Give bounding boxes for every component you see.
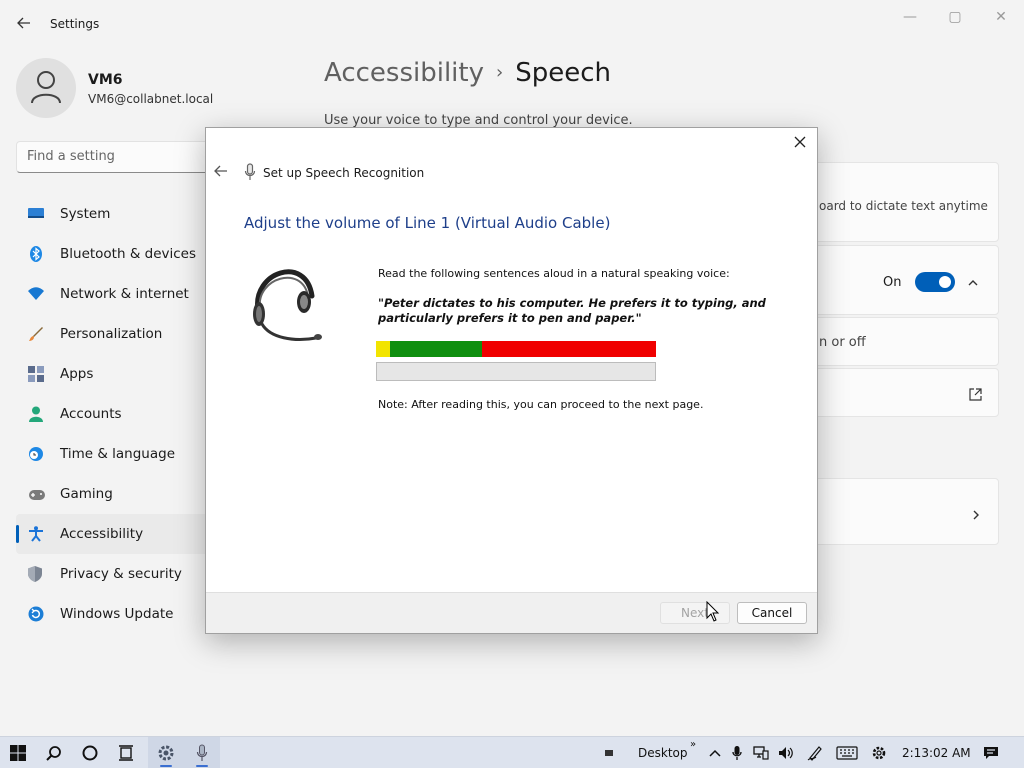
cortana-icon[interactable] bbox=[72, 737, 108, 768]
sidebar-item-gaming[interactable]: Gaming bbox=[16, 474, 216, 514]
avatar bbox=[16, 58, 76, 118]
volume-meter-scale bbox=[376, 341, 656, 357]
dialog-footer: Next Cancel bbox=[206, 592, 817, 633]
sidebar-item-apps[interactable]: Apps bbox=[16, 354, 216, 394]
chevron-up-icon[interactable] bbox=[967, 274, 979, 293]
headset-icon bbox=[246, 252, 326, 352]
page-title: Speech bbox=[515, 58, 611, 88]
gear-icon[interactable] bbox=[868, 737, 890, 768]
sidebar-item-label: System bbox=[60, 206, 111, 222]
dialog-back-arrow-icon[interactable] bbox=[212, 163, 230, 181]
sidebar-item-system[interactable]: System bbox=[16, 194, 216, 234]
clock-globe-icon bbox=[28, 446, 44, 462]
clock[interactable]: 2:13:02 AM bbox=[902, 746, 971, 760]
volume-icon[interactable] bbox=[775, 737, 797, 768]
chevron-up-icon[interactable] bbox=[704, 737, 726, 768]
window-title: Settings bbox=[50, 17, 100, 31]
sidebar-item-label: Gaming bbox=[60, 486, 113, 502]
close-window-button[interactable]: ✕ bbox=[985, 8, 1017, 28]
microphone-icon bbox=[244, 163, 258, 181]
sidebar-item-label: Personalization bbox=[60, 326, 163, 342]
user-name: VM6 bbox=[88, 72, 123, 88]
search-icon[interactable] bbox=[36, 737, 72, 768]
taskbar: Desktop » 2:13:02 AM bbox=[0, 736, 1024, 768]
sidebar-item-label: Accessibility bbox=[60, 526, 144, 542]
sidebar-item-accessibility[interactable]: Accessibility bbox=[16, 514, 216, 554]
voice-access-toggle[interactable] bbox=[915, 272, 955, 292]
minimize-button[interactable]: — bbox=[894, 8, 926, 28]
sidebar-item-time-language[interactable]: Time & language bbox=[16, 434, 216, 474]
voice-typing-desc: oard to dictate text anytime bbox=[819, 199, 988, 213]
system-icon bbox=[28, 206, 44, 222]
touch-keyboard-icon[interactable] bbox=[834, 737, 860, 768]
apps-icon bbox=[28, 366, 44, 382]
breadcrumb: Accessibility › Speech bbox=[324, 58, 611, 88]
notification-icon[interactable] bbox=[980, 737, 1002, 768]
shortcut-desc: n or off bbox=[819, 335, 866, 350]
cancel-button[interactable]: Cancel bbox=[737, 602, 807, 624]
meter-zone-loud bbox=[482, 341, 656, 357]
sidebar-item-accounts[interactable]: Accounts bbox=[16, 394, 216, 434]
chevron-right-icon[interactable] bbox=[971, 506, 981, 525]
sidebar-item-label: Bluetooth & devices bbox=[60, 246, 197, 262]
sidebar-item-label: Apps bbox=[60, 366, 94, 382]
page-subtitle: Use your voice to type and control your … bbox=[324, 113, 633, 128]
settings-app-icon[interactable] bbox=[148, 737, 184, 768]
chevron-right-icon: › bbox=[496, 62, 504, 83]
sample-sentence: "Peter dictates to his computer. He pref… bbox=[378, 296, 766, 325]
search-input[interactable]: Find a setting bbox=[16, 141, 216, 173]
sidebar-item-network-internet[interactable]: Network & internet bbox=[16, 274, 216, 314]
gamepad-icon bbox=[28, 486, 45, 502]
sidebar-item-privacy-security[interactable]: Privacy & security bbox=[16, 554, 216, 594]
meter-zone-low bbox=[376, 341, 390, 357]
note-text: Note: After reading this, you can procee… bbox=[378, 398, 704, 411]
back-arrow-icon[interactable] bbox=[14, 14, 34, 34]
windows-logo-icon[interactable] bbox=[0, 737, 36, 768]
volume-level-bar bbox=[376, 362, 656, 381]
toggle-state-label: On bbox=[883, 275, 902, 290]
microphone-icon[interactable] bbox=[726, 737, 748, 768]
update-icon bbox=[28, 606, 44, 622]
sidebar-item-label: Accounts bbox=[60, 406, 122, 422]
user-email: VM6@collabnet.local bbox=[88, 92, 214, 106]
mouse-cursor-icon bbox=[706, 600, 720, 627]
network-icon[interactable] bbox=[750, 737, 772, 768]
sidebar-item-bluetooth-devices[interactable]: Bluetooth & devices bbox=[16, 234, 216, 274]
dialog-heading: Adjust the volume of Line 1 (Virtual Aud… bbox=[244, 214, 611, 232]
sidebar-nav: System Bluetooth & devices Network & inter… bbox=[16, 194, 216, 634]
sidebar-item-windows-update[interactable]: Windows Update bbox=[16, 594, 216, 634]
sidebar-item-label: Time & language bbox=[60, 446, 176, 462]
shield-icon bbox=[28, 566, 44, 582]
dialog-close-button[interactable] bbox=[789, 132, 811, 154]
task-view-icon[interactable] bbox=[108, 737, 144, 768]
bluetooth-icon bbox=[28, 246, 44, 262]
breadcrumb-parent[interactable]: Accessibility bbox=[324, 58, 484, 88]
desktop-toolbar-label[interactable]: Desktop bbox=[638, 746, 688, 760]
title-bar: Settings — ▢ ✕ bbox=[0, 0, 1024, 48]
accessibility-icon bbox=[28, 526, 44, 542]
accounts-icon bbox=[28, 406, 44, 422]
sidebar-item-label: Network & internet bbox=[60, 286, 189, 302]
toolbar-overflow-icon[interactable]: » bbox=[690, 739, 696, 750]
speech-recognition-dialog: Set up Speech Recognition Adjust the vol… bbox=[205, 127, 818, 634]
sidebar-item-label: Windows Update bbox=[60, 606, 174, 622]
maximize-button[interactable]: ▢ bbox=[939, 8, 971, 28]
wifi-icon bbox=[28, 286, 44, 302]
meter-zone-good bbox=[390, 341, 483, 357]
dialog-title: Set up Speech Recognition bbox=[263, 166, 425, 180]
sidebar-item-personalization[interactable]: Personalization bbox=[16, 314, 216, 354]
speech-app-icon[interactable] bbox=[184, 737, 220, 768]
instructions-text: Read the following sentences aloud in a … bbox=[378, 267, 730, 280]
pen-icon[interactable] bbox=[804, 737, 826, 768]
sidebar-item-label: Privacy & security bbox=[60, 566, 182, 582]
desktop-toolbar-icon[interactable] bbox=[598, 737, 620, 768]
brush-icon bbox=[28, 326, 44, 342]
external-link-icon[interactable] bbox=[969, 386, 982, 405]
